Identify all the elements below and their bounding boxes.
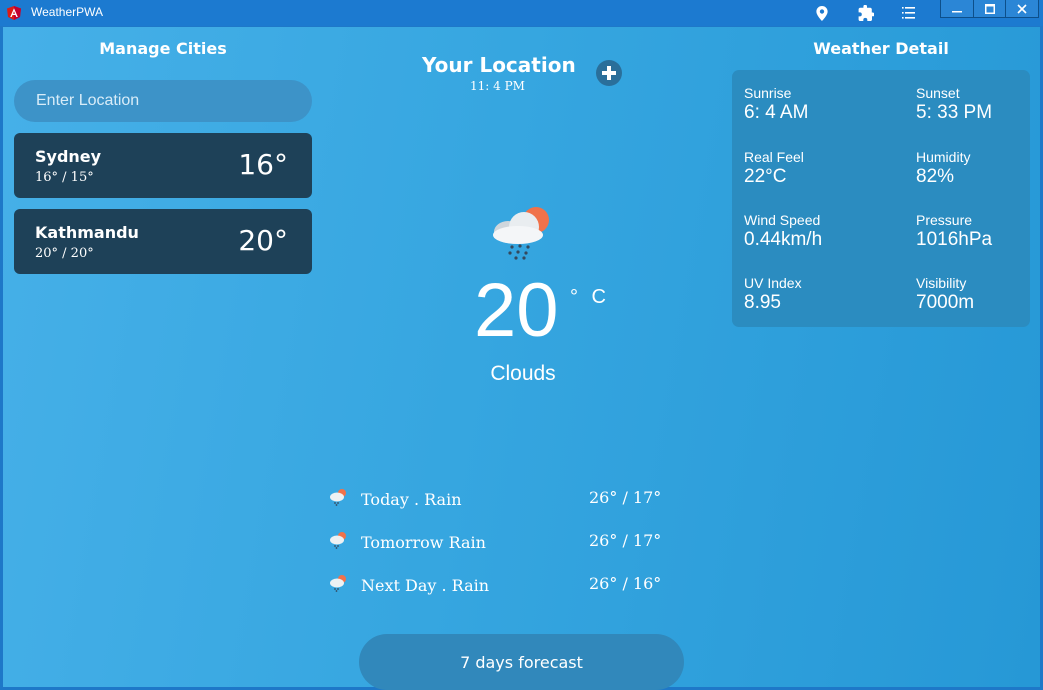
app-container: Manage Cities Sydney 16° / 15° 16° Kathm… — [3, 27, 1040, 690]
maximize-button[interactable] — [972, 0, 1006, 17]
detail-value: 22°C — [744, 166, 787, 187]
extension-icon[interactable] — [856, 3, 876, 23]
detail-label: Pressure — [916, 212, 973, 228]
detail-label: Visibility — [916, 275, 967, 291]
city-temperature: 16° — [238, 148, 288, 181]
menu-icon[interactable] — [899, 3, 919, 23]
forecast-row-next-day: Next Day . Rain 26° / 16° — [329, 572, 679, 596]
detail-label: Sunrise — [744, 85, 792, 101]
weather-condition: Clouds — [490, 362, 556, 385]
forecast-label: Next Day . Rain — [361, 576, 490, 595]
forecast-temp-range: 26° / 16° — [589, 574, 662, 593]
city-card-sydney[interactable]: Sydney 16° / 15° 16° — [14, 133, 312, 198]
temperature-unit: ° C — [570, 286, 610, 308]
add-city-button[interactable] — [596, 60, 622, 86]
forecast-temp-range: 26° / 17° — [589, 488, 662, 507]
weather-detail-card: Sunrise 6: 4 AM Sunset 5: 33 PM Real Fee… — [732, 70, 1030, 327]
city-name: Kathmandu — [35, 223, 139, 242]
detail-sunset: Sunset 5: 33 PM — [916, 85, 992, 124]
detail-value: 7000m — [916, 292, 975, 313]
detail-value: 5: 33 PM — [916, 102, 993, 123]
cloud-rain-sun-icon — [330, 489, 346, 506]
detail-label: UV Index — [744, 275, 802, 291]
angular-logo-icon — [7, 6, 21, 20]
location-time: 11: 4 PM — [470, 79, 525, 93]
window-title: WeatherPWA — [31, 5, 104, 19]
forecast-label: Tomorrow Rain — [361, 533, 486, 552]
forecast-row-tomorrow: Tomorrow Rain 26° / 17° — [329, 529, 679, 553]
detail-label: Wind Speed — [744, 212, 821, 228]
city-temperature: 20° — [238, 224, 288, 257]
forecast-label: Today . Rain — [361, 490, 462, 509]
city-temp-range: 16° / 15° — [35, 170, 94, 185]
detail-wind-speed: Wind Speed 0.44km/h — [744, 212, 822, 251]
detail-value: 8.95 — [744, 292, 781, 313]
detail-value: 82% — [916, 166, 955, 187]
detail-visibility: Visibility 7000m — [916, 275, 974, 314]
minimize-button[interactable] — [941, 0, 973, 17]
city-temp-range: 20° / 20° — [35, 246, 94, 261]
detail-real-feel: Real Feel 22°C — [744, 149, 804, 188]
cloud-rain-sun-icon — [330, 575, 346, 592]
cloud-rain-sun-icon — [330, 532, 346, 549]
city-name: Sydney — [35, 147, 102, 166]
location-title: Your Location — [422, 53, 576, 77]
detail-humidity: Humidity 82% — [916, 149, 970, 188]
detail-value: 1016hPa — [916, 229, 993, 250]
current-temperature: 20 — [474, 268, 559, 353]
detail-label: Humidity — [916, 149, 971, 165]
close-button[interactable] — [1005, 0, 1038, 17]
detail-label: Real Feel — [744, 149, 804, 165]
detail-sunrise: Sunrise 6: 4 AM — [744, 85, 808, 124]
detail-value: 0.44km/h — [744, 229, 823, 250]
cloud-rain-sun-icon — [493, 207, 549, 260]
detail-pressure: Pressure 1016hPa — [916, 212, 992, 251]
detail-label: Sunset — [916, 85, 960, 101]
forecast-row-today: Today . Rain 26° / 17° — [329, 486, 679, 510]
city-card-kathmandu[interactable]: Kathmandu 20° / 20° 20° — [14, 209, 312, 274]
manage-cities-title: Manage Cities — [99, 39, 227, 58]
location-search-input[interactable] — [14, 80, 312, 122]
detail-value: 6: 4 AM — [744, 102, 809, 123]
detail-uv-index: UV Index 8.95 — [744, 275, 802, 314]
weather-detail-title: Weather Detail — [813, 39, 949, 58]
seven-day-forecast-button[interactable]: 7 days forecast — [359, 634, 684, 690]
window-controls — [940, 0, 1039, 18]
forecast-temp-range: 26° / 17° — [589, 531, 662, 550]
title-bar: WeatherPWA — [0, 0, 1043, 26]
location-pin-icon[interactable] — [812, 3, 832, 23]
